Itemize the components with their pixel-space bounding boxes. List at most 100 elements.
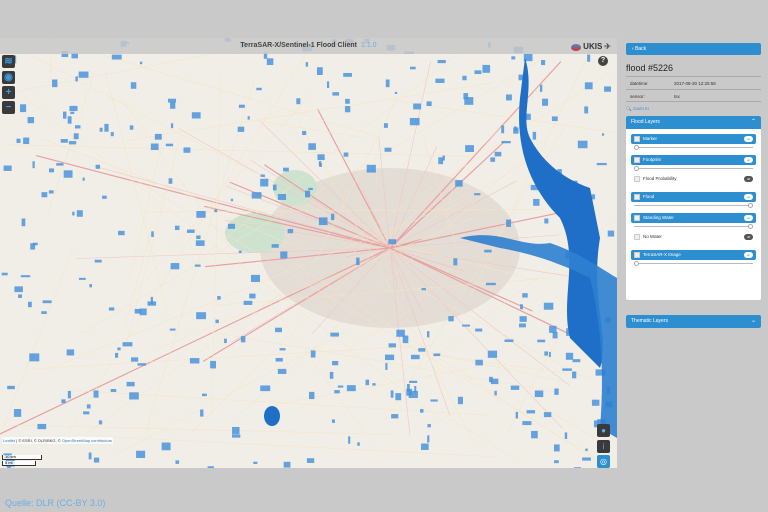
opacity-slider[interactable] <box>634 260 753 266</box>
opacity-slider[interactable] <box>634 202 753 208</box>
flood-patch <box>224 338 227 344</box>
layer-toggle[interactable]: on <box>744 157 753 163</box>
flood-patch <box>296 98 301 105</box>
flood-patch <box>544 218 549 224</box>
zoom-in-button[interactable]: + <box>2 86 15 99</box>
layer-no-water: No Water off <box>631 229 756 245</box>
flood-patch <box>465 145 474 152</box>
layer-toggle[interactable]: on <box>744 194 753 200</box>
flood-patch <box>365 379 370 386</box>
flood-patch <box>118 230 125 236</box>
flood-patch <box>544 351 548 356</box>
flood-patch <box>210 360 217 369</box>
view-button[interactable]: ◎ <box>597 455 610 468</box>
flood-patch <box>161 442 171 451</box>
flood-patch <box>3 165 12 171</box>
flood-patch <box>453 258 458 266</box>
flood-patch <box>126 381 135 387</box>
flood-patch <box>344 106 351 113</box>
flood-patch <box>302 130 307 136</box>
osm-link[interactable]: OpenStreetMap contributors <box>62 438 112 443</box>
flood-patch <box>394 91 398 94</box>
flood-patch <box>232 426 240 435</box>
thematic-layers-header[interactable]: Thematic Layers ⌄ <box>626 315 761 328</box>
flood-patch <box>279 348 286 351</box>
flood-patch <box>522 421 532 426</box>
slider-knob[interactable] <box>748 203 753 208</box>
flood-patch <box>318 161 322 166</box>
globe-button[interactable]: ◉ <box>2 71 15 84</box>
flood-patch <box>139 308 147 316</box>
flood-patch <box>277 368 287 374</box>
flood-patch <box>27 117 35 124</box>
flood-patch <box>388 239 397 245</box>
flood-patch <box>250 274 261 283</box>
flood-layers-header[interactable]: Flood Layers ⌃ <box>626 116 761 129</box>
flood-patch <box>577 140 588 149</box>
layer-toggle[interactable]: on <box>744 252 753 258</box>
flood-patch <box>272 184 277 191</box>
layer-toggle[interactable]: on <box>744 215 753 221</box>
layer-marker: Marker on <box>631 134 756 144</box>
flood-patch <box>494 390 497 396</box>
flood-patch <box>551 116 558 122</box>
flood-patch <box>130 82 137 89</box>
opacity-slider[interactable] <box>634 144 753 150</box>
flood-patch <box>129 125 134 130</box>
layer-label: Flood <box>643 194 655 199</box>
flood-patch <box>67 116 72 124</box>
flood-patch <box>435 78 445 83</box>
flood-patch <box>277 193 287 200</box>
flood-patch <box>73 133 79 140</box>
layer-toggle[interactable]: on <box>744 136 753 142</box>
flood-patch <box>391 414 399 419</box>
flood-patch <box>271 244 279 248</box>
slider-knob[interactable] <box>634 261 639 266</box>
flood-patch <box>334 390 340 394</box>
flood-patch <box>518 74 523 81</box>
flood-patch <box>601 133 605 136</box>
flood-patch <box>418 348 426 352</box>
flood-patch <box>283 167 289 172</box>
flood-patch <box>487 350 498 358</box>
road <box>1 248 74 431</box>
help-button[interactable]: ? <box>598 56 608 66</box>
layers-button[interactable]: ≋ <box>2 55 15 68</box>
flood-patch <box>214 209 218 213</box>
flood-patch <box>175 460 180 464</box>
layer-standing-water: Standing Water on <box>631 213 756 223</box>
layer-icon <box>634 157 640 163</box>
flood-patch <box>584 82 593 90</box>
flood-patch <box>539 84 543 92</box>
flood-patch <box>122 342 133 347</box>
flood-patch <box>30 243 36 250</box>
flood-patch <box>337 385 344 388</box>
slider-knob[interactable] <box>634 145 639 150</box>
zoom-to-link[interactable]: 🔍 zoom to <box>626 106 649 112</box>
layer-toggle[interactable]: off <box>744 176 753 182</box>
flood-patch <box>170 123 174 129</box>
back-button[interactable]: ‹ Back <box>626 43 761 55</box>
flood-patch <box>306 458 315 463</box>
layer-toggle[interactable]: off <box>744 234 753 240</box>
layer-flood-probability: Flood Probability off <box>631 171 756 187</box>
map-canvas[interactable] <box>0 38 617 468</box>
flood-patch <box>437 59 446 64</box>
flood-patch <box>76 210 83 217</box>
flood-patch <box>52 79 58 88</box>
user-button[interactable]: ● <box>597 424 610 437</box>
flood-patch <box>169 328 176 331</box>
flood-patch <box>287 228 294 234</box>
flood-patch <box>251 192 262 199</box>
info-button[interactable]: i <box>597 440 610 453</box>
zoom-out-button[interactable]: − <box>2 101 15 114</box>
flood-patch <box>137 363 147 366</box>
road <box>6 144 470 157</box>
flood-patch <box>520 304 523 310</box>
flood-patch <box>356 257 360 266</box>
flood-patch <box>309 391 315 400</box>
flood-patch <box>330 332 339 337</box>
leaflet-link[interactable]: Leaflet <box>3 438 15 443</box>
flood-patch <box>329 371 334 379</box>
flood-patch <box>490 157 496 162</box>
